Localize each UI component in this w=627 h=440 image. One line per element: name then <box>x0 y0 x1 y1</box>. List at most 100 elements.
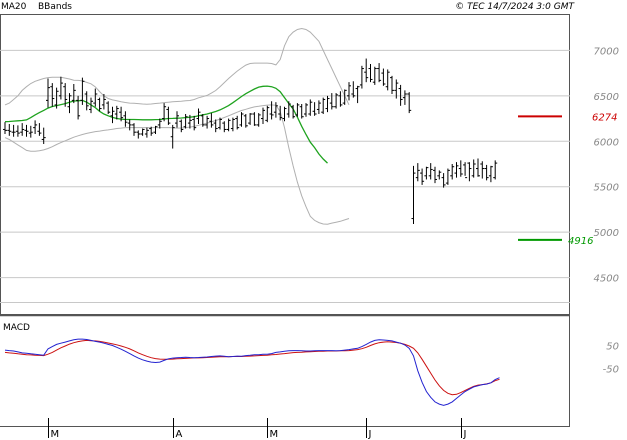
support-label: 4916 <box>568 236 593 247</box>
price-bar <box>364 58 369 83</box>
price-bar <box>248 113 253 125</box>
support-resistance-levels: 6274 4916 <box>518 112 617 247</box>
price-bar <box>192 115 197 131</box>
macd-title: MACD <box>3 323 30 333</box>
month-label: M <box>270 429 279 440</box>
price-bar <box>347 82 351 101</box>
price-bar <box>420 168 425 185</box>
chart-frame <box>0 14 570 427</box>
price-bar <box>445 168 450 185</box>
ma20-line <box>4 85 328 164</box>
resistance-label: 6274 <box>592 112 617 123</box>
macd-signal-line <box>4 339 500 396</box>
price-bar <box>355 85 360 104</box>
price-bar <box>308 99 313 116</box>
price-bar <box>222 121 227 133</box>
legend-bbands: BBands <box>38 2 72 12</box>
macd-line <box>4 338 500 406</box>
price-bar <box>243 114 248 128</box>
price-panel-border <box>0 14 570 315</box>
price-bar <box>136 130 141 139</box>
ma20-polyline <box>4 85 328 164</box>
price-bar <box>299 104 304 119</box>
macd-tick-label: -50 <box>603 365 619 376</box>
price-bar <box>325 95 330 113</box>
price-bar <box>132 123 136 136</box>
price-bar <box>476 158 480 177</box>
price-bar <box>28 125 33 138</box>
price-bar <box>390 75 394 94</box>
price-axis: 4500 5000 5500 6000 6500 7000 <box>594 46 619 284</box>
price-bar <box>175 111 179 128</box>
month-label: J <box>463 429 467 440</box>
price-chart: 62744916 450050005500600065007000 50-50 … <box>0 2 619 440</box>
price-bar <box>37 123 42 136</box>
y-tick-label: 5500 <box>594 183 619 194</box>
price-gridlines <box>0 49 570 303</box>
price-bar <box>183 114 188 129</box>
price-bar <box>7 124 12 136</box>
price-bar <box>463 162 468 179</box>
macd-tick-label: 50 <box>606 342 619 353</box>
price-bar <box>351 81 356 98</box>
price-bar <box>97 97 102 112</box>
price-bar <box>304 103 308 117</box>
price-bar <box>321 97 326 114</box>
price-bar <box>273 102 278 118</box>
price-bar <box>424 166 429 180</box>
legend-ma20: MA20 <box>1 2 27 12</box>
price-bar <box>24 124 29 137</box>
price-bar <box>488 165 493 183</box>
price-bar <box>76 95 81 120</box>
price-bar <box>368 64 373 83</box>
price-bar <box>93 88 98 107</box>
price-bar <box>239 112 244 127</box>
price-bar <box>282 106 287 122</box>
price-bar <box>230 117 235 132</box>
month-label: J <box>368 429 372 440</box>
price-bar <box>316 100 321 114</box>
price-bar <box>269 101 274 120</box>
price-bar <box>385 69 390 91</box>
price-bar <box>166 106 171 125</box>
macd-panel: 50 -50 <box>4 338 619 406</box>
price-bar <box>286 101 291 118</box>
price-bar <box>20 123 25 136</box>
price-bar <box>3 122 7 134</box>
price-bar <box>493 160 498 180</box>
price-bar <box>144 127 149 138</box>
y-tick-label: 6000 <box>594 137 619 148</box>
price-bar <box>411 165 416 224</box>
price-bar <box>235 115 240 130</box>
price-bar <box>433 166 437 184</box>
price-bar <box>50 83 55 107</box>
price-bar <box>377 63 382 83</box>
price-bar <box>110 106 115 124</box>
price-bar <box>127 119 132 131</box>
price-bar <box>46 78 50 108</box>
price-bar <box>265 105 270 123</box>
price-bar <box>140 128 145 136</box>
price-bar <box>454 162 459 178</box>
price-bar <box>33 120 38 134</box>
time-axis: MAMJJ <box>48 418 467 440</box>
chart-stage: 6274 4916 4500 5000 5500 6000 6500 7000 50 -50 … <box>0 0 627 440</box>
month-label: M <box>51 429 60 440</box>
price-bar <box>252 112 257 126</box>
price-bar <box>71 84 76 104</box>
price-bar <box>114 105 119 120</box>
month-label: A <box>176 429 183 440</box>
price-bar <box>381 68 386 86</box>
price-bar <box>402 90 407 105</box>
y-tick-label: 7000 <box>594 46 619 57</box>
price-bar <box>209 113 214 128</box>
price-bar <box>15 125 20 137</box>
price-bar <box>372 66 377 85</box>
price-bar <box>359 65 364 89</box>
price-bar <box>428 163 433 180</box>
price-bar <box>484 164 489 181</box>
price-bar <box>450 164 455 180</box>
price-bar <box>437 170 442 180</box>
price-bar <box>471 159 476 178</box>
price-bar <box>415 163 420 182</box>
